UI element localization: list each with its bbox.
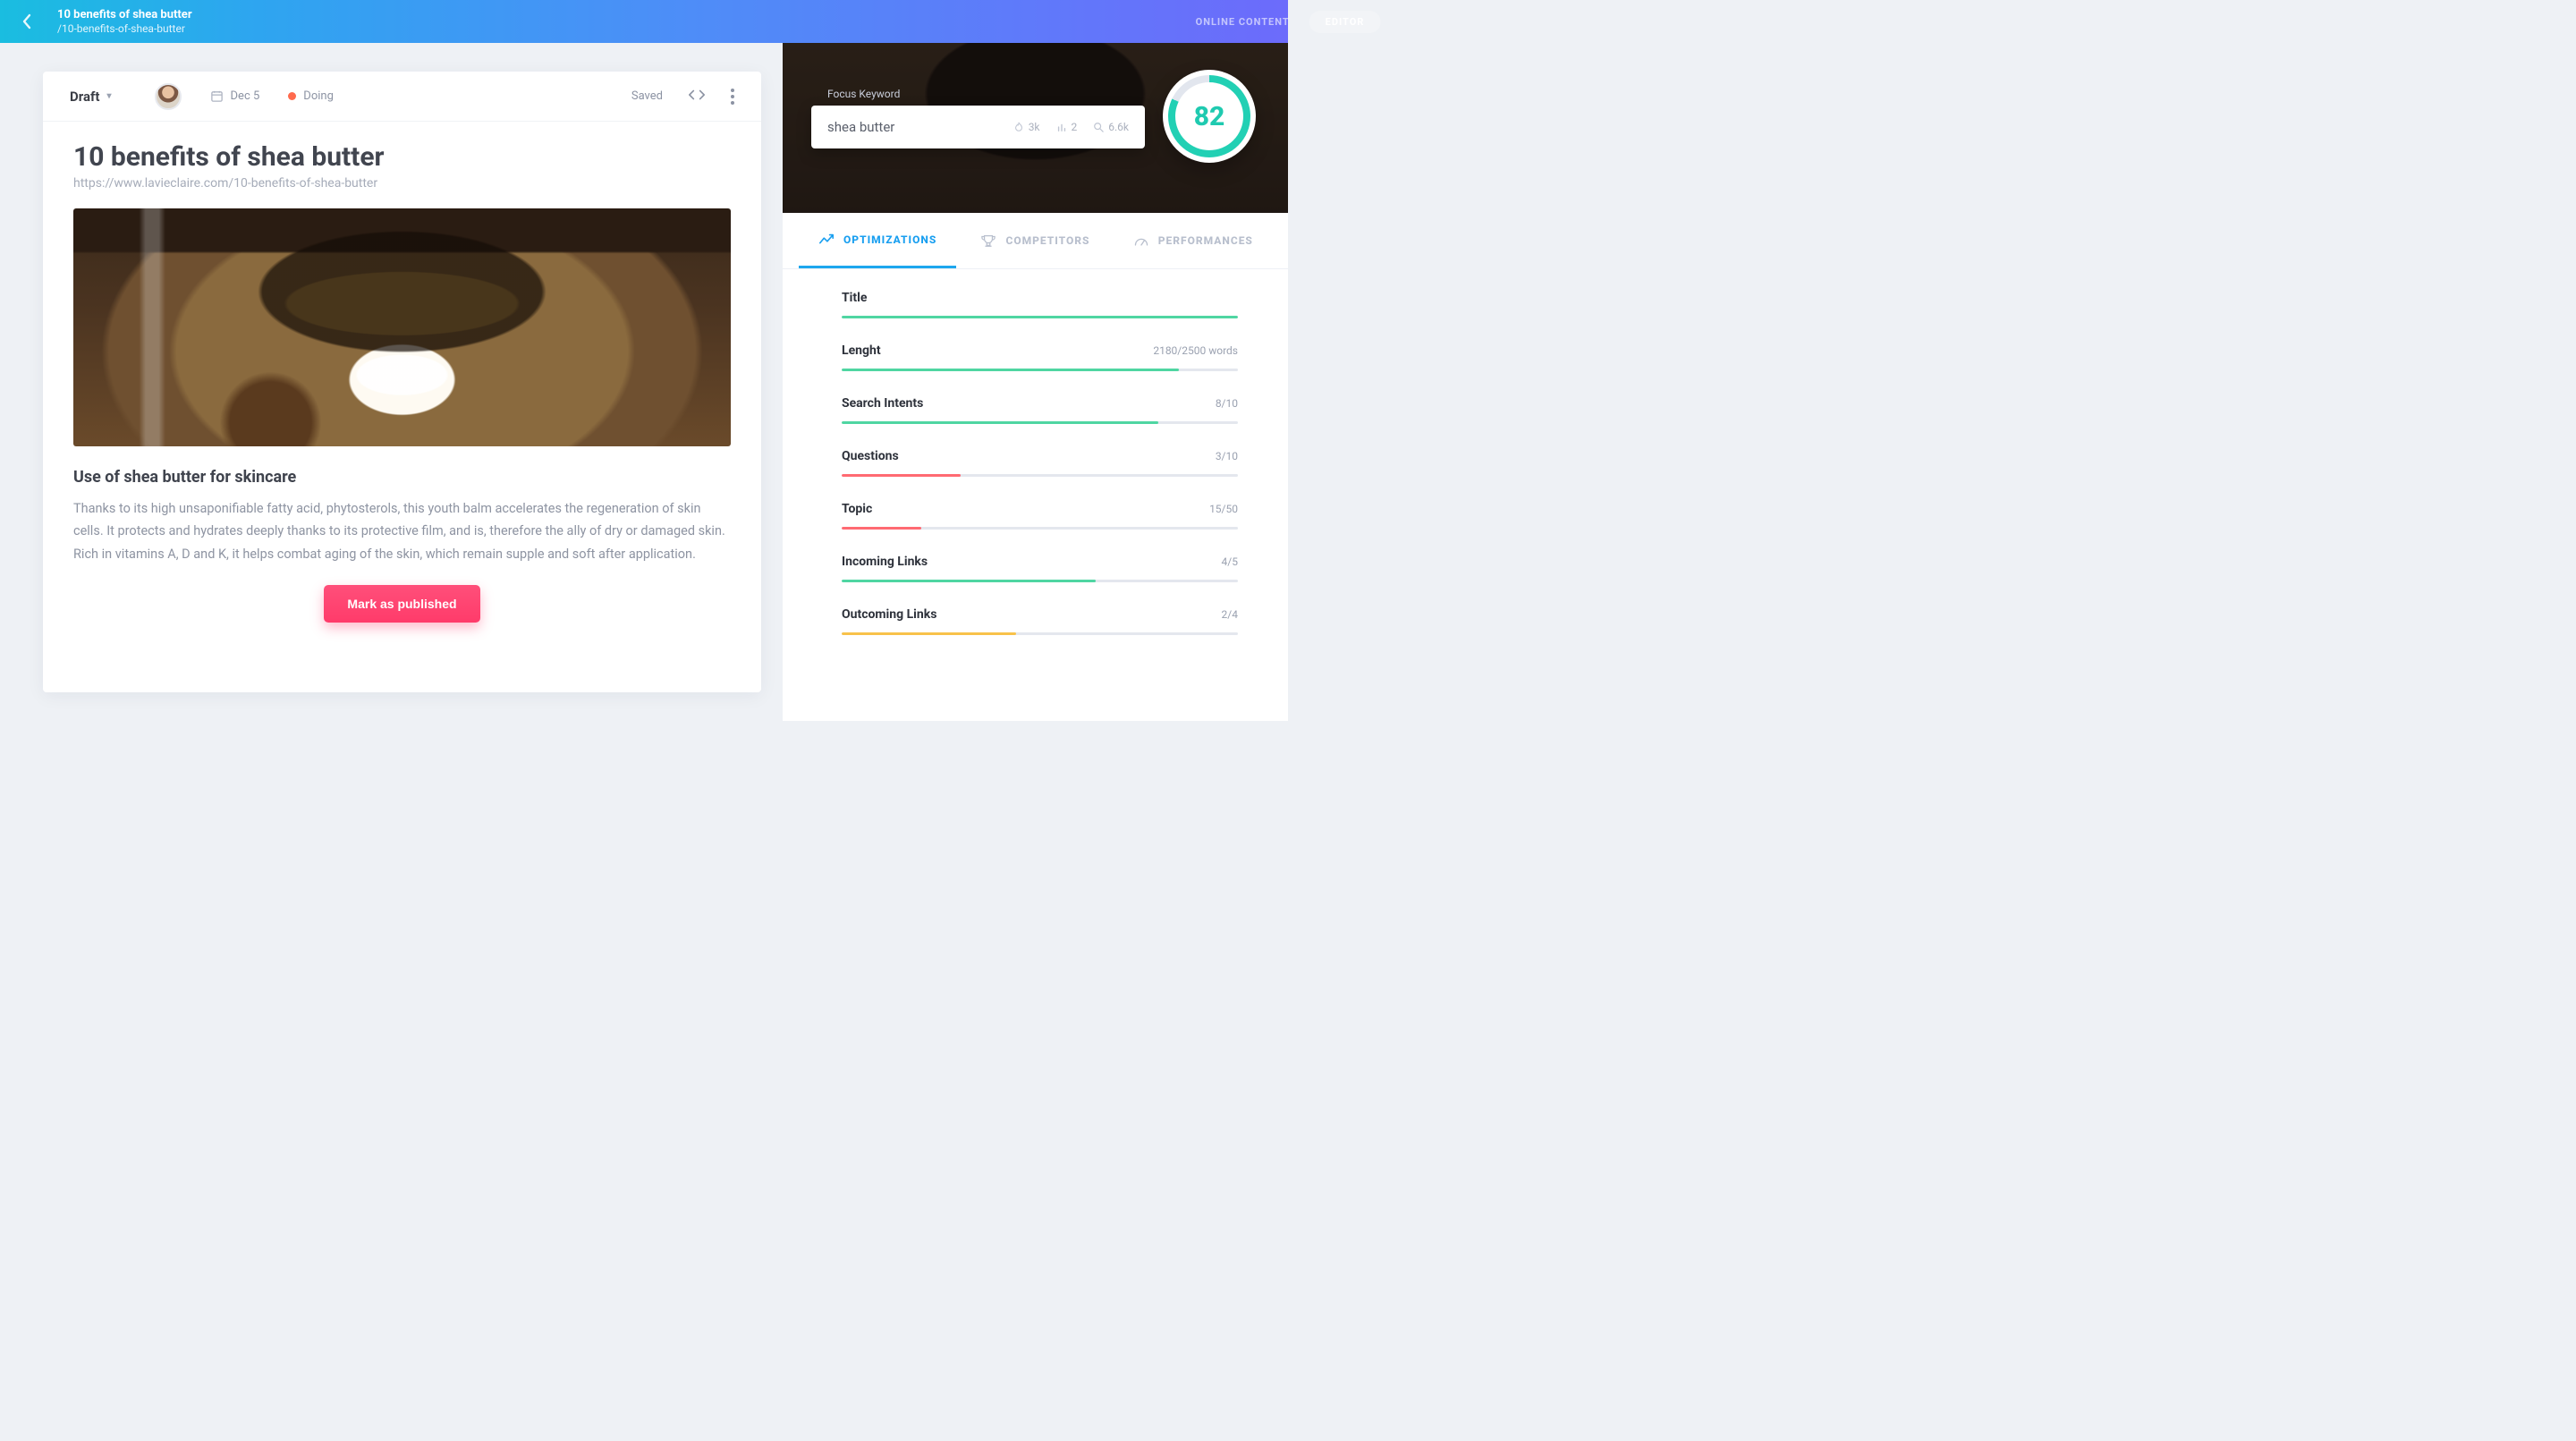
progress-bar <box>842 527 1238 530</box>
optimization-label: Topic <box>842 502 872 516</box>
progress-bar-fill <box>842 421 1158 424</box>
optimization-row[interactable]: Search Intents 8/10 <box>842 396 1238 424</box>
optimizations-list: Title Lenght 2180/2500 words Search Intents… <box>783 269 1288 669</box>
article-subtitle[interactable]: Use of shea butter for skincare <box>73 468 731 487</box>
optimization-row[interactable]: Outcoming Links 2/4 <box>842 607 1238 635</box>
line-chart-icon <box>818 233 835 247</box>
focus-keyword-label: Focus Keyword <box>827 88 900 100</box>
focus-keyword-value: shea butter <box>827 119 1013 135</box>
focus-keyword-input[interactable]: shea butter 3k 2 6.6k <box>811 106 1145 148</box>
seo-hero: Focus Keyword shea butter 3k 2 6.6k <box>783 43 1288 213</box>
article-url[interactable]: https://www.lavieclaire.com/10-benefits-… <box>73 176 731 191</box>
tab-editor[interactable]: EDITOR <box>1309 11 1381 33</box>
progress-bar <box>842 369 1238 371</box>
optimization-label: Questions <box>842 449 899 463</box>
search-icon <box>1093 122 1104 132</box>
progress-bar <box>842 474 1238 477</box>
mark-as-published-button[interactable]: Mark as published <box>324 585 479 623</box>
optimization-value: 4/5 <box>1222 555 1238 568</box>
workflow-status-label: Doing <box>303 89 334 103</box>
seo-score-value: 82 <box>1194 101 1225 132</box>
flame-icon <box>1013 122 1024 132</box>
seo-panel: Focus Keyword shea butter 3k 2 6.6k <box>783 43 1288 721</box>
editor-body: 10 benefits of shea butter https://www.l… <box>43 122 761 692</box>
tab-competitors[interactable]: COMPETITORS <box>956 213 1114 268</box>
optimization-label: Search Intents <box>842 396 923 411</box>
optimization-row[interactable]: Title <box>842 291 1238 318</box>
optimization-row[interactable]: Questions 3/10 <box>842 449 1238 477</box>
optimization-value: 15/50 <box>1209 503 1238 515</box>
progress-bar <box>842 421 1238 424</box>
bar-chart-icon <box>1056 122 1067 132</box>
editor-pane: Draft ▾ Dec 5 Doing Saved <box>0 43 783 721</box>
status-dot-icon <box>288 92 296 100</box>
optimization-label: Incoming Links <box>842 555 928 569</box>
progress-bar-fill <box>842 369 1179 371</box>
header-tabs: ONLINE CONTENT EDITOR <box>1196 11 1381 33</box>
editor-card: Draft ▾ Dec 5 Doing Saved <box>43 72 761 692</box>
tab-online-content[interactable]: ONLINE CONTENT <box>1196 11 1290 33</box>
date-selector[interactable]: Dec 5 <box>210 89 260 103</box>
article-title[interactable]: 10 benefits of shea butter <box>73 141 731 173</box>
back-button[interactable] <box>14 9 39 34</box>
article-body[interactable]: Thanks to its high unsaponifiable fatty … <box>73 497 731 565</box>
page-slug: /10-benefits-of-shea-butter <box>57 22 192 35</box>
page-title: 10 benefits of shea butter <box>57 8 192 22</box>
status-dropdown-label: Draft <box>70 89 99 105</box>
avatar[interactable] <box>155 83 182 110</box>
keyword-stat-trend: 3k <box>1013 121 1040 133</box>
calendar-icon <box>210 89 224 103</box>
saved-indicator: Saved <box>631 89 663 103</box>
chevron-down-icon: ▾ <box>106 91 111 101</box>
progress-bar <box>842 316 1238 318</box>
optimization-label: Lenght <box>842 343 881 358</box>
optimization-value: 3/10 <box>1216 450 1238 462</box>
gauge-icon <box>1133 233 1149 248</box>
optimization-row[interactable]: Topic 15/50 <box>842 502 1238 530</box>
keyword-stat-rank: 2 <box>1056 121 1078 133</box>
editor-toolbar: Draft ▾ Dec 5 Doing Saved <box>43 72 761 122</box>
optimization-value: 2/4 <box>1222 608 1238 621</box>
progress-bar-fill <box>842 474 961 477</box>
optimization-value: 2180/2500 words <box>1153 344 1238 357</box>
keyword-stats: 3k 2 6.6k <box>1013 121 1129 133</box>
progress-bar-fill <box>842 316 1238 318</box>
code-icon <box>688 89 706 101</box>
workflow-status[interactable]: Doing <box>288 89 334 103</box>
article-featured-image[interactable] <box>73 208 731 446</box>
seo-tabs: OPTIMIZATIONS COMPETITORS PERFORMANCES <box>783 213 1288 269</box>
progress-bar-fill <box>842 580 1096 582</box>
optimization-label: Title <box>842 291 867 305</box>
more-menu-button[interactable] <box>731 89 734 105</box>
optimization-label: Outcoming Links <box>842 607 936 622</box>
top-header: 10 benefits of shea butter /10-benefits-… <box>0 0 1288 43</box>
optimization-row[interactable]: Lenght 2180/2500 words <box>842 343 1238 371</box>
header-title-block: 10 benefits of shea butter /10-benefits-… <box>57 8 192 36</box>
progress-bar-fill <box>842 527 921 530</box>
progress-bar-fill <box>842 632 1016 635</box>
optimization-row[interactable]: Incoming Links 4/5 <box>842 555 1238 582</box>
trophy-icon <box>980 233 996 248</box>
progress-bar <box>842 632 1238 635</box>
optimization-value: 8/10 <box>1216 397 1238 410</box>
chevron-left-icon <box>21 13 32 30</box>
dots-vertical-icon <box>731 89 734 92</box>
progress-bar <box>842 580 1238 582</box>
date-label: Dec 5 <box>231 89 260 103</box>
tab-optimizations[interactable]: OPTIMIZATIONS <box>799 213 956 268</box>
code-view-button[interactable] <box>688 88 706 105</box>
keyword-stat-search: 6.6k <box>1093 121 1129 133</box>
tab-performances[interactable]: PERFORMANCES <box>1114 213 1272 268</box>
status-dropdown[interactable]: Draft ▾ <box>70 89 112 105</box>
seo-score: 82 <box>1163 70 1256 163</box>
